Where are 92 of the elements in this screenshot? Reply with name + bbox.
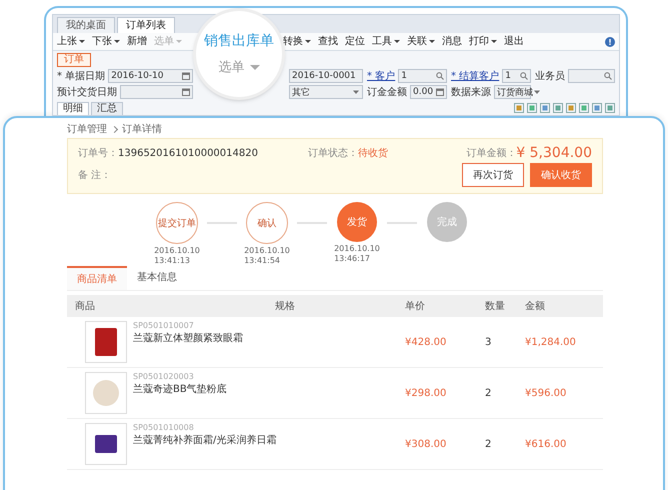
note-label: 备 注： — [78, 168, 112, 182]
toolbar-button[interactable]: 退出 — [504, 35, 524, 48]
search-icon[interactable] — [520, 72, 528, 80]
calendar-icon[interactable] — [182, 88, 190, 96]
step-time: 13:41:54 — [244, 256, 282, 266]
step-date: 2016.10.10 — [154, 246, 200, 256]
unit-price: ¥428.00 — [405, 336, 448, 348]
field-label: 数据来源 — [451, 86, 491, 99]
line-total: ¥1,284.00 — [525, 336, 577, 348]
toolbar-button[interactable]: 新增 — [127, 35, 147, 48]
breadcrumb-link[interactable]: 订单管理 — [67, 122, 107, 136]
toolbar-button[interactable]: 工具 — [372, 35, 400, 48]
order-number-label: 订单号： — [78, 146, 118, 160]
toolbar-button[interactable]: 转换 — [283, 35, 311, 48]
order-amount: ¥ 5,304.00 — [516, 145, 592, 161]
column-header: 数量 — [485, 300, 506, 313]
input-field[interactable]: 2016-10-10 — [108, 69, 193, 83]
caret-icon — [429, 40, 435, 43]
tab[interactable]: 基本信息 — [127, 266, 187, 290]
input-field[interactable] — [568, 69, 615, 83]
toolbar-button[interactable]: 消息 — [442, 35, 462, 48]
reorder-button[interactable]: 再次订货 — [462, 163, 524, 187]
caret-icon — [79, 40, 85, 43]
field-label[interactable]: * 客户 — [367, 69, 396, 83]
photo-placeholder — [85, 372, 127, 414]
toolbar-button[interactable]: 关联 — [407, 35, 435, 48]
caret-icon — [176, 40, 182, 43]
input-field[interactable]: 1 — [398, 69, 447, 83]
caret-icon — [491, 40, 497, 43]
product-name[interactable]: 兰蔻奇迹BB气垫粉底 — [133, 382, 227, 396]
order-amount-label: 订单金额： — [466, 146, 516, 160]
field-label[interactable]: * 结算客户 — [451, 69, 500, 83]
column-header: 金额 — [525, 300, 546, 313]
product-code: SP0501010008 — [133, 423, 195, 432]
caret-icon — [305, 40, 311, 43]
toolbar-button[interactable]: 下张 — [92, 35, 120, 48]
input-field[interactable]: 其它 — [289, 85, 363, 99]
detail-tab[interactable]: 汇总 — [91, 102, 123, 115]
order-status: 待收货 — [358, 146, 388, 160]
quantity: 2 — [485, 388, 492, 398]
dropdown-icon[interactable] — [352, 88, 360, 96]
product-name[interactable]: 兰蔻新立体塑颜紧致眼霜 — [133, 331, 243, 345]
calendar-icon[interactable] — [436, 88, 444, 96]
window-tab[interactable]: 我的桌面 — [57, 17, 115, 33]
line-total: ¥596.00 — [525, 388, 568, 398]
column-header: 规格 — [275, 300, 296, 313]
step-circle: 提交订单 — [156, 202, 198, 244]
caret-icon — [394, 40, 400, 43]
step-circle: 发货 — [337, 202, 377, 242]
photo-placeholder — [85, 423, 127, 465]
input-field[interactable]: 0.00 — [410, 85, 447, 99]
unit-price: ¥308.00 — [405, 438, 448, 450]
photo-placeholder — [85, 321, 127, 363]
product-code: SP0501010007 — [133, 321, 195, 330]
step-date: 2016.10.10 — [334, 244, 380, 254]
document-type-tag: 订单 — [57, 53, 91, 67]
product-code: SP0501020003 — [133, 372, 195, 381]
quantity: 3 — [485, 336, 492, 348]
quantity: 2 — [485, 438, 492, 450]
step-circle: 完成 — [427, 202, 467, 242]
column-header: 商品 — [75, 300, 96, 313]
step-time: 13:46:17 — [334, 254, 372, 264]
field-label: 订金金额 — [367, 86, 407, 99]
order-status-label: 订单状态： — [308, 146, 358, 160]
toolbar-button[interactable]: 定位 — [345, 35, 365, 48]
unit-price: ¥298.00 — [405, 388, 448, 398]
detail-tab[interactable]: 明细 — [57, 102, 89, 115]
help-icon[interactable] — [605, 36, 615, 46]
step-date: 2016.10.10 — [244, 246, 290, 256]
caret-icon — [250, 64, 260, 70]
field-label: 预计交货日期 — [57, 86, 117, 99]
step-circle: 确认 — [246, 202, 288, 244]
toolbar-button[interactable]: 打印 — [469, 35, 497, 48]
search-icon[interactable] — [436, 72, 444, 80]
step-time: 13:41:13 — [154, 256, 192, 266]
order-number: 1396520161010000014820 — [118, 148, 258, 158]
search-icon[interactable] — [604, 72, 612, 80]
toolbar-button[interactable]: 上张 — [57, 35, 85, 48]
field-label: * 单据日期 — [57, 70, 106, 83]
window-title: 销售出库单 — [204, 32, 274, 50]
column-header: 单价 — [405, 300, 426, 313]
input-field[interactable]: 1 — [502, 69, 531, 83]
dropdown-icon[interactable] — [533, 88, 541, 96]
calendar-icon[interactable] — [182, 72, 190, 80]
toolbar-button[interactable]: 查找 — [318, 35, 338, 48]
product-name[interactable]: 兰蔻菁纯补养面霜/光采润养日霜 — [133, 433, 276, 447]
window-tab[interactable]: 订单列表 — [117, 17, 175, 33]
input-field[interactable]: 2016-10-0001 — [289, 69, 363, 83]
line-total: ¥616.00 — [525, 438, 568, 450]
caret-icon — [114, 40, 120, 43]
field-label: 业务员 — [535, 70, 565, 83]
input-field[interactable] — [120, 85, 193, 99]
